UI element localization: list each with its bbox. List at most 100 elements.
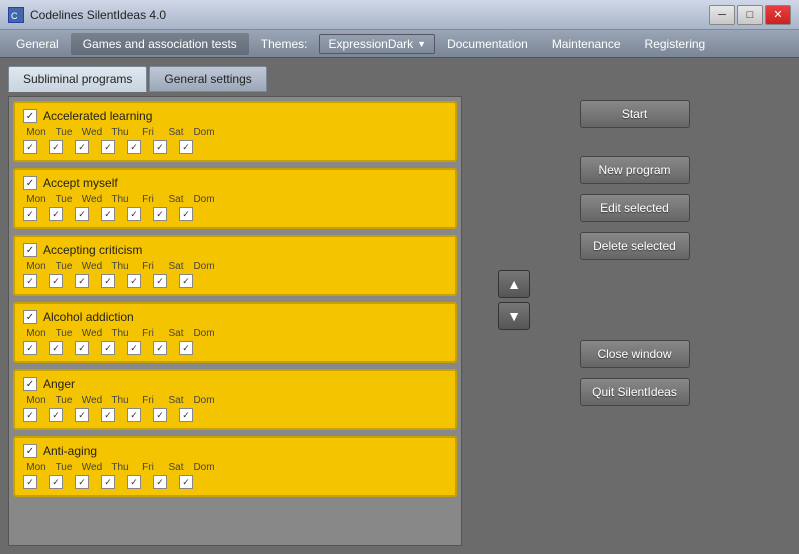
- program-card-p5[interactable]: ✓AngerMonTueWedThuFriSatDom✓✓✓✓✓✓✓: [13, 369, 457, 430]
- tab-subliminal[interactable]: Subliminal programs: [8, 66, 147, 92]
- day-label-mon: Mon: [23, 261, 49, 272]
- day-check-wed-p3[interactable]: ✓: [75, 274, 89, 288]
- start-button[interactable]: Start: [580, 100, 690, 128]
- day-label-dom: Dom: [191, 462, 217, 473]
- card-checkbox-p3[interactable]: ✓: [23, 243, 37, 257]
- new-program-button[interactable]: New program: [580, 156, 690, 184]
- day-label-tue: Tue: [51, 328, 77, 339]
- edit-selected-button[interactable]: Edit selected: [580, 194, 690, 222]
- days-label-row-p1: MonTueWedThuFriSatDom: [23, 127, 447, 138]
- menu-maintenance[interactable]: Maintenance: [540, 33, 633, 55]
- menu-documentation[interactable]: Documentation: [435, 33, 540, 55]
- day-label-fri: Fri: [135, 261, 161, 272]
- days-label-row-p5: MonTueWedThuFriSatDom: [23, 395, 447, 406]
- day-label-mon: Mon: [23, 127, 49, 138]
- day-check-sat-p6[interactable]: ✓: [153, 475, 167, 489]
- card-checkbox-p6[interactable]: ✓: [23, 444, 37, 458]
- card-checkbox-p4[interactable]: ✓: [23, 310, 37, 324]
- day-label-wed: Wed: [79, 462, 105, 473]
- delete-selected-button[interactable]: Delete selected: [580, 232, 690, 260]
- day-check-wed-p2[interactable]: ✓: [75, 207, 89, 221]
- day-check-fri-p6[interactable]: ✓: [127, 475, 141, 489]
- theme-dropdown[interactable]: ExpressionDark ▼: [319, 34, 435, 54]
- day-check-dom-p4[interactable]: ✓: [179, 341, 193, 355]
- minimize-button[interactable]: ─: [709, 5, 735, 25]
- app-icon: C: [8, 7, 24, 23]
- day-check-dom-p2[interactable]: ✓: [179, 207, 193, 221]
- quit-button[interactable]: Quit SilentIdeas: [580, 378, 690, 406]
- scroll-up-button[interactable]: ▲: [498, 270, 530, 298]
- chevron-down-icon: ▼: [417, 39, 426, 49]
- day-check-mon-p5[interactable]: ✓: [23, 408, 37, 422]
- days-label-row-p6: MonTueWedThuFriSatDom: [23, 462, 447, 473]
- menu-registering[interactable]: Registering: [633, 33, 718, 55]
- day-check-dom-p5[interactable]: ✓: [179, 408, 193, 422]
- close-button[interactable]: ✕: [765, 5, 791, 25]
- day-label-dom: Dom: [191, 127, 217, 138]
- card-checkbox-p1[interactable]: ✓: [23, 109, 37, 123]
- day-label-sat: Sat: [163, 328, 189, 339]
- day-check-dom-p6[interactable]: ✓: [179, 475, 193, 489]
- day-check-fri-p3[interactable]: ✓: [127, 274, 141, 288]
- day-check-thu-p4[interactable]: ✓: [101, 341, 115, 355]
- day-check-thu-p2[interactable]: ✓: [101, 207, 115, 221]
- card-checkbox-p2[interactable]: ✓: [23, 176, 37, 190]
- day-check-thu-p6[interactable]: ✓: [101, 475, 115, 489]
- day-check-wed-p5[interactable]: ✓: [75, 408, 89, 422]
- menu-themes-label: Themes:: [249, 33, 320, 55]
- day-check-tue-p3[interactable]: ✓: [49, 274, 63, 288]
- day-check-mon-p1[interactable]: ✓: [23, 140, 37, 154]
- card-title-p3: Accepting criticism: [43, 243, 142, 257]
- scroll-down-button[interactable]: ▼: [498, 302, 530, 330]
- day-check-tue-p4[interactable]: ✓: [49, 341, 63, 355]
- card-checkbox-p5[interactable]: ✓: [23, 377, 37, 391]
- day-check-row-p4: ✓ ✓ ✓ ✓ ✓ ✓ ✓: [23, 341, 447, 355]
- maximize-button[interactable]: □: [737, 5, 763, 25]
- day-check-tue-p1[interactable]: ✓: [49, 140, 63, 154]
- day-check-wed-p4[interactable]: ✓: [75, 341, 89, 355]
- day-check-mon-p6[interactable]: ✓: [23, 475, 37, 489]
- tab-general-settings[interactable]: General settings: [149, 66, 266, 92]
- program-card-p1[interactable]: ✓ Accelerated learning MonTueWedThuFriSatD…: [13, 101, 457, 162]
- day-check-sat-p4[interactable]: ✓: [153, 341, 167, 355]
- days-label-row-p3: MonTueWedThuFriSatDom: [23, 261, 447, 272]
- day-label-mon: Mon: [23, 194, 49, 205]
- day-check-sat-p5[interactable]: ✓: [153, 408, 167, 422]
- day-check-thu-p5[interactable]: ✓: [101, 408, 115, 422]
- card-title-p1: Accelerated learning: [43, 109, 152, 123]
- program-card-p4[interactable]: ✓Alcohol addictionMonTueWedThuFriSatDom✓…: [13, 302, 457, 363]
- day-check-row-p3: ✓ ✓ ✓ ✓ ✓ ✓ ✓: [23, 274, 447, 288]
- titlebar-title: Codelines SilentIdeas 4.0: [30, 8, 709, 22]
- day-check-dom-p1[interactable]: ✓: [179, 140, 193, 154]
- program-list[interactable]: ✓Accelerated learningMonTueWedThuFriSatD…: [8, 96, 462, 546]
- day-check-fri-p2[interactable]: ✓: [127, 207, 141, 221]
- day-check-tue-p5[interactable]: ✓: [49, 408, 63, 422]
- day-check-thu-p1[interactable]: ✓: [101, 140, 115, 154]
- day-check-tue-p6[interactable]: ✓: [49, 475, 63, 489]
- program-card-p2[interactable]: ✓Accept myselfMonTueWedThuFriSatDom✓✓✓✓✓…: [13, 168, 457, 229]
- svg-text:C: C: [11, 11, 18, 21]
- menu-games[interactable]: Games and association tests: [71, 33, 249, 55]
- day-label-sat: Sat: [163, 462, 189, 473]
- day-check-dom-p3[interactable]: ✓: [179, 274, 193, 288]
- day-check-mon-p3[interactable]: ✓: [23, 274, 37, 288]
- day-check-mon-p2[interactable]: ✓: [23, 207, 37, 221]
- day-check-fri-p5[interactable]: ✓: [127, 408, 141, 422]
- day-check-sat-p3[interactable]: ✓: [153, 274, 167, 288]
- day-check-tue-p2[interactable]: ✓: [49, 207, 63, 221]
- program-card-p3[interactable]: ✓ Accepting criticism MonTueWedThuFriSatDo…: [13, 235, 457, 296]
- day-check-mon-p4[interactable]: ✓: [23, 341, 37, 355]
- menubar: General Games and association tests Them…: [0, 30, 799, 58]
- day-check-wed-p1[interactable]: ✓: [75, 140, 89, 154]
- day-check-sat-p2[interactable]: ✓: [153, 207, 167, 221]
- day-label-fri: Fri: [135, 395, 161, 406]
- day-check-fri-p4[interactable]: ✓: [127, 341, 141, 355]
- day-check-sat-p1[interactable]: ✓: [153, 140, 167, 154]
- day-check-wed-p6[interactable]: ✓: [75, 475, 89, 489]
- close-window-button[interactable]: Close window: [580, 340, 690, 368]
- day-check-fri-p1[interactable]: ✓: [127, 140, 141, 154]
- day-check-thu-p3[interactable]: ✓: [101, 274, 115, 288]
- day-label-thu: Thu: [107, 395, 133, 406]
- program-card-p6[interactable]: ✓Anti-agingMonTueWedThuFriSatDom✓✓✓✓✓✓✓: [13, 436, 457, 497]
- menu-general[interactable]: General: [4, 33, 71, 55]
